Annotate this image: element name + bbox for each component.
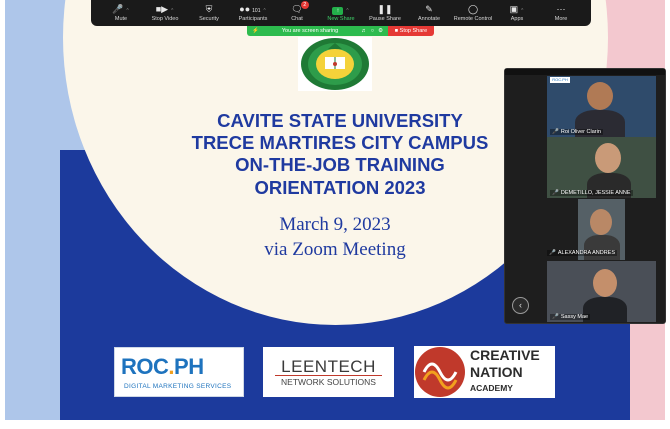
- more-dots-icon: ⋯: [556, 3, 566, 14]
- participant-video: [593, 269, 617, 297]
- chat-button[interactable]: 🗨 2 Chat: [275, 0, 319, 23]
- participant-tile-logo: ROC.PH: [550, 77, 570, 83]
- mouse-icon: ◯: [467, 3, 479, 14]
- shield-icon: ⛨: [205, 3, 213, 14]
- slide-title-line-1: CAVITE STATE UNIVERSITY: [217, 110, 463, 131]
- participant-tile[interactable]: 🎤 Sassy Mae: [547, 261, 656, 322]
- mic-muted-icon: 🎤: [552, 129, 559, 135]
- stop-share-button[interactable]: ■ Stop Share: [388, 26, 434, 36]
- video-gallery-panel[interactable]: ROC.PH 🎤 Roi Oliver Clarin 🎤 DEMETILLO, JE…: [504, 68, 666, 324]
- mic-muted-icon: 🎤: [552, 314, 559, 320]
- remote-control-button[interactable]: ◯ Remote Control: [451, 4, 495, 23]
- slide-venue: via Zoom Meeting: [264, 239, 406, 260]
- university-seal-logo: [298, 37, 372, 91]
- audio-icon[interactable]: ♬: [361, 28, 367, 34]
- stop-video-button[interactable]: ■▶ ⌃ Stop Video: [143, 4, 187, 23]
- mic-icon: 🎤 ⌃: [112, 3, 130, 14]
- participant-video: [587, 82, 613, 110]
- participant-name-3: 🎤 ALEXANDRA ANDRES: [547, 250, 618, 256]
- video-camera-icon: ■▶ ⌃: [155, 3, 175, 14]
- participant-tile[interactable]: ROC.PH 🎤 Roi Oliver Clarin: [547, 76, 656, 137]
- apps-button[interactable]: ▣ ⌃ Apps: [495, 4, 539, 23]
- chat-icon: 🗨 2: [291, 0, 309, 15]
- participant-tile[interactable]: 🎤 DEMETILLO, JESSIE ANNE: [547, 137, 656, 198]
- participants-icon: ●● 101 ⌃: [239, 3, 267, 14]
- sharing-indicator-icon: ⚡: [252, 28, 259, 34]
- chevron-left-icon: ‹: [519, 300, 522, 310]
- mic-muted-icon: 🎤: [549, 250, 556, 256]
- share-screen-icon: ↑ ⌃: [332, 4, 350, 15]
- new-share-button[interactable]: ↑ ⌃ New Share: [319, 4, 363, 23]
- pause-share-button[interactable]: ❚❚ Pause Share: [363, 4, 407, 23]
- mute-button[interactable]: 🎤 ⌃ Mute: [99, 4, 143, 23]
- pin-icon[interactable]: ○: [371, 28, 374, 34]
- roc-ph-logo: ROC.PH DIGITAL MARKETING SERVICES: [114, 347, 244, 397]
- meeting-toolbar: 🎤 ⌃ Mute ■▶ ⌃ Stop Video ⛨ Security ●● 101 ⌃…: [91, 0, 591, 26]
- participants-count: 101: [252, 7, 261, 14]
- chat-badge: 2: [300, 0, 309, 9]
- annotate-button[interactable]: ✎ Annotate: [407, 4, 451, 23]
- creative-nation-logo: CREATIVE NATION ACADEMY: [414, 346, 555, 398]
- apps-icon: ▣ ⌃: [509, 3, 525, 14]
- settings-icon[interactable]: ⚙: [378, 28, 383, 34]
- slide-title-line-2: TRECE MARTIRES CITY CAMPUS: [191, 132, 489, 153]
- pencil-icon: ✎: [425, 3, 433, 14]
- participant-video: [595, 143, 621, 173]
- gallery-prev-page-button[interactable]: ‹: [512, 297, 529, 314]
- gallery-drag-bar[interactable]: [505, 69, 665, 75]
- slide-title-line-4: ORIENTATION 2023: [254, 177, 426, 198]
- security-button[interactable]: ⛨ Security: [187, 4, 231, 23]
- participants-button[interactable]: ●● 101 ⌃ Participants: [231, 4, 275, 23]
- creative-nation-mark-icon: [415, 347, 465, 397]
- slide-date: March 9, 2023: [279, 214, 391, 235]
- sharing-status-text: You are screen sharing: [281, 28, 339, 34]
- pause-icon: ❚❚: [377, 3, 393, 14]
- participant-video: [590, 209, 612, 235]
- leentech-logo: LEENTECH NETWORK SOLUTIONS: [263, 347, 394, 397]
- mic-muted-icon: 🎤: [552, 190, 559, 196]
- slide-title-line-3: ON-THE-JOB TRAINING: [235, 154, 445, 175]
- more-button[interactable]: ⋯ More: [539, 4, 583, 23]
